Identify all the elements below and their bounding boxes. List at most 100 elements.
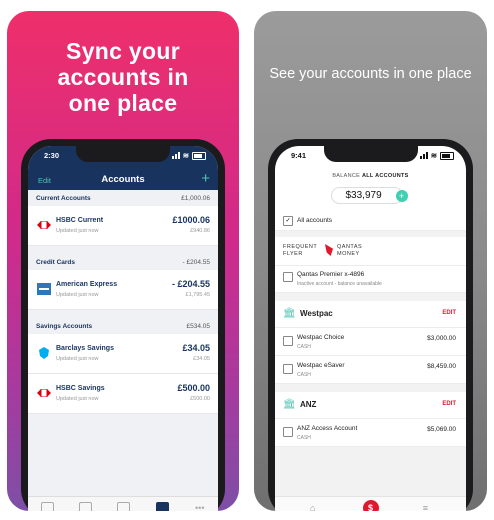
section-title: Credit Cards: [36, 258, 76, 266]
left-promo-card: Sync your accounts in one place 2:30 ≋ E…: [7, 11, 239, 511]
account-row-amex[interactable]: American Express Updated just now - £204…: [28, 270, 218, 310]
home-icon[interactable]: ⌂: [310, 503, 315, 511]
right-headline: See your accounts in one place: [269, 66, 472, 82]
account-name: ANZ Access Account: [297, 425, 358, 432]
checkbox[interactable]: ✓: [283, 216, 293, 226]
battery-icon: [440, 151, 454, 160]
section-total: £534.05: [186, 322, 211, 330]
battery-icon: [192, 151, 206, 160]
left-headline: Sync your accounts in one place: [7, 38, 239, 116]
account-balance: - £204.55: [171, 279, 210, 289]
grid-icon[interactable]: [40, 501, 54, 511]
section-header-savings: Savings Accounts £534.05: [28, 318, 218, 334]
account-name: HSBC Current: [56, 217, 104, 224]
bank-header-westpac: 🏛 Westpac EDIT: [275, 301, 466, 328]
account-row-westpac-esaver[interactable]: Westpac eSaver CASH $8,459.00: [275, 356, 466, 384]
ff-line-2: FLYER: [283, 251, 303, 257]
left-phone-screen: 2:30 ≋ Edit Accounts + Current Accounts …: [28, 146, 218, 511]
account-available: £500.00: [190, 396, 210, 402]
account-row-hsbc-current[interactable]: HSBC Current Updated just now £1000.06 £…: [28, 206, 218, 246]
edit-button[interactable]: EDIT: [442, 401, 456, 407]
signal-icon: [171, 152, 180, 159]
wifi-icon: ≋: [182, 151, 189, 160]
kangaroo-icon: [325, 244, 333, 256]
page-title: Accounts: [101, 174, 145, 185]
accounts-list: ✓ All accounts FREQUENT FLYER QANTAS MON…: [275, 212, 466, 497]
section-title: Current Accounts: [36, 194, 91, 202]
barclays-logo-icon: [36, 346, 52, 360]
account-updated: Updated just now: [56, 228, 99, 234]
bank-name: Westpac: [300, 309, 333, 318]
checkbox[interactable]: [283, 364, 293, 374]
dollar-icon[interactable]: $: [362, 500, 379, 511]
account-amount: $5,069.00: [427, 426, 456, 433]
account-row-anz-access[interactable]: ANZ Access Account CASH $5,069.00: [275, 419, 466, 447]
account-amount: $8,459.00: [427, 363, 456, 370]
account-updated: Updated just now: [56, 356, 99, 362]
phone-notch: [323, 146, 418, 162]
balance-pill: $33,979 +: [330, 187, 408, 204]
status-indicators: ≋: [171, 151, 206, 160]
right-phone: 9:41 ≋ BALANCE ALL ACCOUNTS $33,979 + ✓ …: [268, 139, 473, 511]
account-name: Qantas Premier x-4896: [297, 271, 365, 278]
all-accounts-row[interactable]: ✓ All accounts: [275, 212, 466, 231]
qantas-line-1: QANTAS: [337, 244, 363, 250]
qantas-line-2: MONEY: [337, 251, 360, 257]
rocket-icon[interactable]: [79, 501, 93, 511]
phone-notch: [76, 146, 170, 162]
signal-icon: [419, 152, 428, 159]
checkbox[interactable]: [283, 336, 293, 346]
status-time: 2:30: [44, 151, 60, 160]
account-type: CASH: [297, 372, 311, 378]
account-available: £1,795.45: [185, 292, 210, 298]
bank-icon: 🏛: [283, 308, 296, 319]
bottom-tab-bar: ⌂ $ ≡: [275, 496, 466, 511]
left-phone: 2:30 ≋ Edit Accounts + Current Accounts …: [21, 139, 225, 511]
account-name: American Express: [56, 281, 118, 288]
balance-value: $33,979: [345, 190, 382, 201]
all-accounts-label: All accounts: [297, 217, 333, 224]
transfer-icon[interactable]: [117, 501, 131, 511]
account-name: Westpac Choice: [297, 334, 345, 341]
ff-line-1: FREQUENT: [283, 244, 318, 250]
checkbox[interactable]: [283, 272, 293, 282]
amex-logo-icon: [36, 282, 52, 296]
menu-icon[interactable]: ≡: [423, 503, 428, 511]
accounts-list: Current Accounts £1,000.06 HSBC Current …: [28, 190, 218, 497]
account-row-hsbc-savings[interactable]: HSBC Savings Updated just now £500.00 £5…: [28, 374, 218, 414]
account-name: HSBC Savings: [56, 385, 105, 392]
account-row-barclays-savings[interactable]: Barclays Savings Updated just now £34.05…: [28, 334, 218, 374]
checkbox[interactable]: [283, 427, 293, 437]
edit-button[interactable]: EDIT: [442, 310, 456, 316]
balance-label-scope: ALL ACCOUNTS: [361, 173, 409, 179]
add-account-button[interactable]: +: [201, 170, 210, 187]
section-header-credit: Credit Cards - £204.55: [28, 254, 218, 270]
account-balance: £500.00: [177, 383, 210, 393]
account-amount: $3,000.00: [427, 335, 456, 342]
right-phone-screen: 9:41 ≋ BALANCE ALL ACCOUNTS $33,979 + ✓ …: [275, 146, 466, 511]
account-updated: Updated just now: [56, 396, 99, 402]
headline-line-3: one place: [68, 90, 178, 116]
section-total: £1,000.06: [181, 194, 210, 202]
status-time: 9:41: [291, 151, 307, 160]
account-name: Barclays Savings: [56, 345, 114, 352]
account-type: CASH: [297, 344, 311, 350]
account-balance: £1000.06: [172, 215, 210, 225]
bank-header-anz: 🏛 ANZ EDIT: [275, 392, 466, 419]
account-name: Westpac eSaver: [297, 362, 345, 369]
section-title: Savings Accounts: [36, 322, 93, 330]
wifi-icon: ≋: [430, 151, 437, 160]
account-row-westpac-choice[interactable]: Westpac Choice CASH $3,000.00: [275, 328, 466, 356]
account-status: Inactive account - balance unavailable: [297, 281, 382, 287]
account-updated: Updated just now: [56, 292, 99, 298]
right-promo-card: See your accounts in one place 9:41 ≋ BA…: [254, 11, 487, 511]
add-icon[interactable]: +: [395, 190, 408, 202]
headline-line-1: Sync your: [66, 38, 180, 64]
bottom-tab-bar: •••: [28, 496, 218, 511]
qantas-account-row[interactable]: Qantas Premier x-4896 Inactive account -…: [275, 266, 466, 293]
wallet-icon[interactable]: [155, 501, 169, 511]
hsbc-logo-icon: [36, 386, 52, 400]
bank-icon: 🏛: [283, 399, 296, 410]
more-icon[interactable]: •••: [194, 503, 205, 511]
hsbc-logo-icon: [36, 218, 52, 232]
